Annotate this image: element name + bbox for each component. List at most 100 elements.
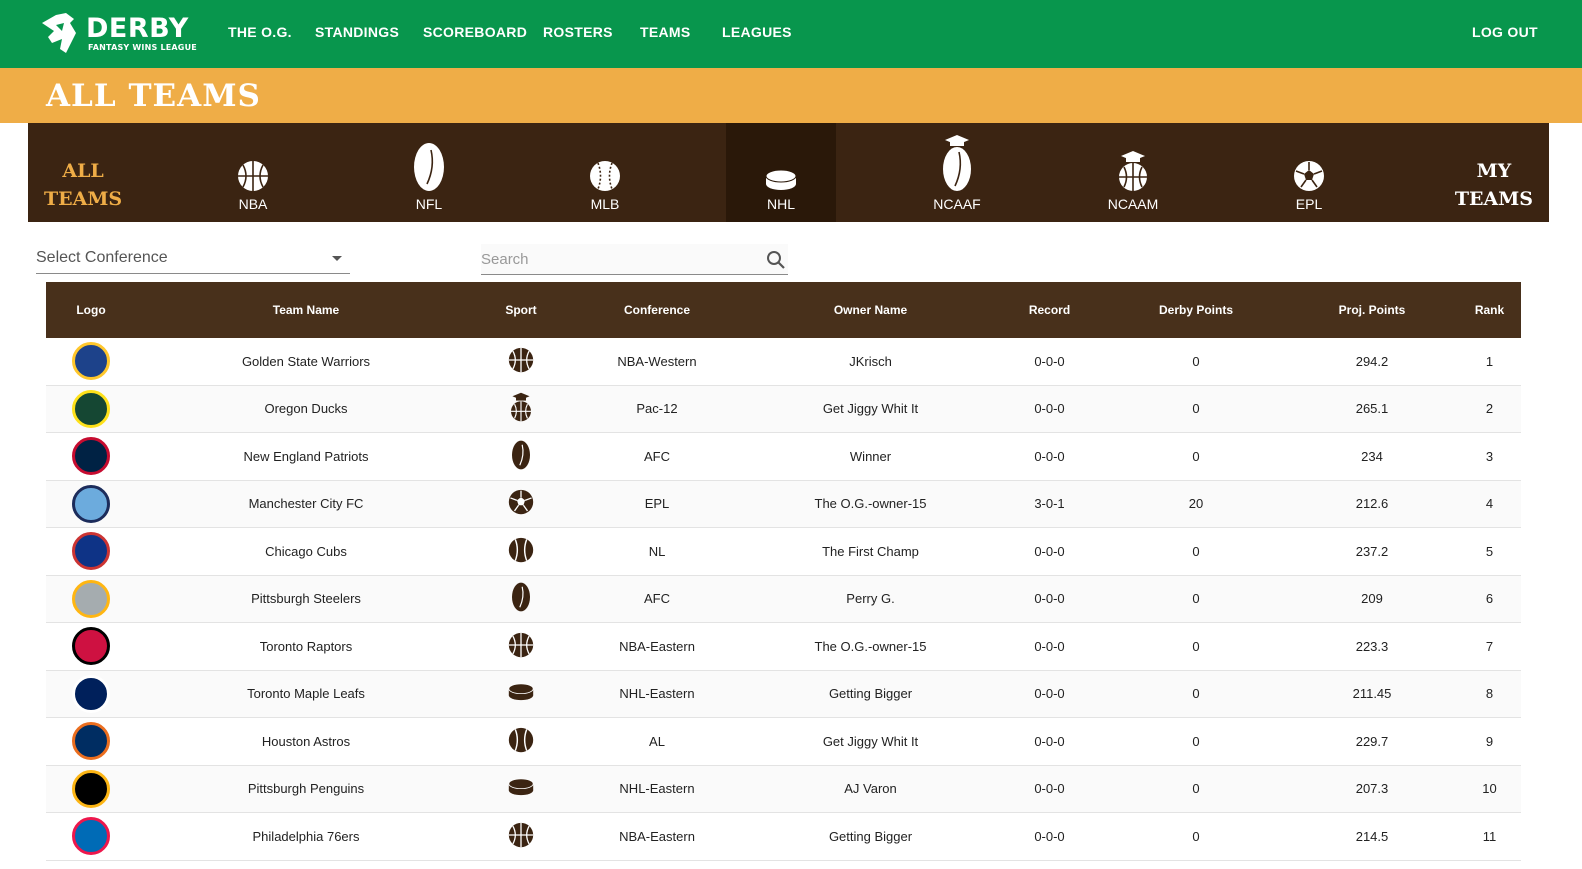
table-row[interactable]: Philadelphia 76ers NBA-Eastern Getting Big… [46, 813, 1521, 861]
table-row[interactable]: Houston Astros AL Get Jiggy Whit It 0-0-0 0 2… [46, 718, 1521, 766]
tab-epl-label: EPL [1295, 196, 1323, 212]
table-row[interactable]: Pittsburgh Steelers AFC Perry G. 0-0-0 0 209 6 [46, 575, 1521, 623]
tab-ncaaf[interactable]: NCAAF [902, 123, 1012, 222]
nav-standings[interactable]: STANDINGS [315, 24, 399, 40]
col-team-name[interactable]: Team Name [136, 303, 476, 317]
table-row[interactable]: Toronto Maple Leafs NHL-Eastern Getting Bi… [46, 670, 1521, 718]
sport-cell [476, 727, 566, 756]
conference: NBA-Eastern [619, 828, 695, 844]
table-row[interactable]: Manchester City FC EPL The O.G.-owner-15 3-… [46, 480, 1521, 528]
nav-the-og[interactable]: THE O.G. [228, 24, 292, 40]
sport-cell [476, 632, 566, 661]
logout-link[interactable]: LOG OUT [1472, 24, 1538, 40]
hockey-puck-icon [508, 682, 534, 705]
team-name[interactable]: Houston Astros [136, 734, 476, 749]
tab-nhl[interactable]: NHL [726, 123, 836, 222]
rank: 8 [1485, 686, 1494, 702]
col-logo[interactable]: Logo [46, 303, 136, 317]
proj-points: 209 [1361, 591, 1383, 607]
nav-teams[interactable]: TEAMS [640, 24, 691, 40]
team-name[interactable]: Pittsburgh Steelers [136, 591, 476, 606]
team-logo[interactable] [72, 532, 110, 571]
football-icon [414, 143, 444, 191]
table-row[interactable]: Oregon Ducks Pac-12 Get Jiggy Whit It 0-0-0… [46, 385, 1521, 433]
team-logo[interactable] [72, 769, 110, 808]
my-teams-tab[interactable]: MY TEAMS [1455, 157, 1533, 213]
nav-rosters[interactable]: ROSTERS [543, 24, 613, 40]
team-name[interactable]: Oregon Ducks [136, 401, 476, 416]
derby-points: 0 [1192, 828, 1200, 844]
team-name[interactable]: Golden State Warriors [136, 354, 476, 369]
derby-points: 0 [1192, 543, 1200, 559]
logo-wordmark: DERBY [86, 12, 189, 44]
tab-nfl[interactable]: NFL [374, 123, 484, 222]
record: 0-0-0 [1034, 353, 1065, 369]
derby-logo[interactable]: DERBY FANTASY WINS LEAGUE [36, 8, 201, 58]
col-owner-name[interactable]: Owner Name [748, 303, 993, 317]
col-rank[interactable]: Rank [1458, 303, 1521, 317]
table-row[interactable]: Chicago Cubs NL The First Champ 0-0-0 0 237.2… [46, 528, 1521, 576]
team-logo[interactable] [72, 627, 110, 666]
sport-cell [476, 822, 566, 851]
table-row[interactable]: New England Patriots AFC Winner 0-0-0 0 234 3 [46, 433, 1521, 481]
team-logo[interactable] [72, 674, 110, 713]
tab-nba[interactable]: NBA [198, 123, 308, 222]
rank: 7 [1485, 638, 1494, 654]
top-nav: DERBY FANTASY WINS LEAGUE THE O.G. STAND… [0, 0, 1582, 68]
search-box [481, 244, 788, 275]
record: 0-0-0 [1034, 828, 1065, 844]
table-row[interactable]: Toronto Raptors NBA-Eastern The O.G.-owner… [46, 623, 1521, 671]
tab-nba-label: NBA [238, 196, 268, 212]
all-teams-line2: TEAMS [44, 188, 123, 210]
proj-points: 214.5 [1355, 828, 1389, 844]
col-derby-points[interactable]: Derby Points [1106, 303, 1286, 317]
team-name[interactable]: Toronto Maple Leafs [136, 686, 476, 701]
team-logo[interactable] [72, 437, 110, 476]
title-band: ALL TEAMS [0, 68, 1582, 123]
tab-mlb[interactable]: MLB [550, 123, 660, 222]
derby-points: 0 [1192, 591, 1200, 607]
derby-points: 0 [1192, 733, 1200, 749]
col-sport[interactable]: Sport [476, 303, 566, 317]
owner-name: Getting Bigger [828, 828, 913, 844]
team-logo-cell [46, 484, 136, 523]
team-name[interactable]: Manchester City FC [136, 496, 476, 511]
tab-nfl-label: NFL [415, 196, 443, 212]
team-name[interactable]: Pittsburgh Penguins [136, 781, 476, 796]
nav-leagues[interactable]: LEAGUES [722, 24, 792, 40]
col-proj-points[interactable]: Proj. Points [1286, 303, 1458, 317]
proj-points: 211.45 [1352, 686, 1392, 702]
tab-epl[interactable]: EPL [1254, 123, 1364, 222]
owner-name: The First Champ [822, 543, 919, 559]
col-record[interactable]: Record [993, 303, 1106, 317]
conference-select[interactable]: Select Conference [36, 244, 350, 274]
tab-ncaam[interactable]: NCAAM [1078, 123, 1188, 222]
search-icon[interactable] [766, 250, 786, 270]
caret-down-icon [332, 256, 342, 261]
baseball-icon [508, 727, 534, 756]
team-name[interactable]: Chicago Cubs [136, 544, 476, 559]
team-logo[interactable] [72, 389, 110, 428]
logo-text: DERBY FANTASY WINS LEAGUE [86, 12, 197, 52]
team-logo[interactable] [72, 484, 110, 523]
team-logo-cell [46, 817, 136, 856]
team-name[interactable]: Toronto Raptors [136, 639, 476, 654]
conference: NBA-Western [617, 353, 697, 369]
table-row[interactable]: Pittsburgh Penguins NHL-Eastern AJ Varon 0-… [46, 765, 1521, 813]
team-logo[interactable] [72, 579, 110, 618]
nav-scoreboard[interactable]: SCOREBOARD [423, 24, 527, 40]
table-row[interactable]: Golden State Warriors NBA-Western JKrisch 0… [46, 338, 1521, 386]
record: 0-0-0 [1034, 448, 1065, 464]
team-logo[interactable] [72, 817, 110, 856]
team-logo-cell [46, 627, 136, 666]
search-input[interactable] [481, 247, 761, 271]
team-name[interactable]: Philadelphia 76ers [136, 829, 476, 844]
all-teams-tab[interactable]: ALL TEAMS [44, 157, 122, 213]
team-logo[interactable] [72, 342, 110, 381]
owner-name: Winner [849, 448, 892, 464]
col-conference[interactable]: Conference [566, 303, 748, 317]
conference: AFC [644, 448, 670, 464]
team-name[interactable]: New England Patriots [136, 449, 476, 464]
soccer-ball-icon [508, 489, 534, 518]
team-logo[interactable] [72, 722, 110, 761]
